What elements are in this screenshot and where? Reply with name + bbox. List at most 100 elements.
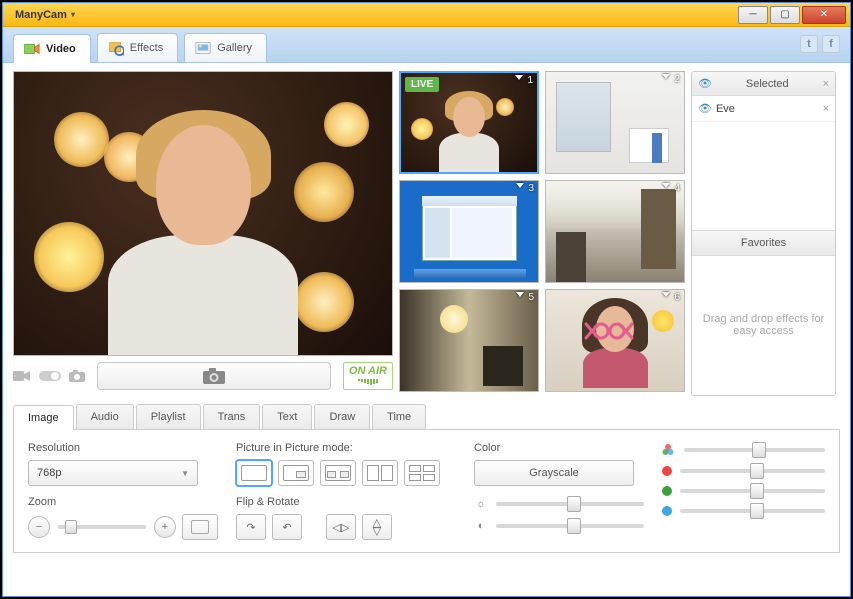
grayscale-button[interactable]: Grayscale <box>474 460 634 486</box>
remove-effect-icon[interactable]: × <box>823 103 829 115</box>
effect-name: Eve <box>716 103 819 115</box>
thumb-number: 4 <box>674 183 680 194</box>
effects-panel: 👁 Selected × 👁 Eve × Favorites Drag and … <box>691 71 836 396</box>
blue-icon <box>662 506 672 516</box>
pip-label: Picture in Picture mode: <box>236 442 456 454</box>
subtab-trans[interactable]: Trans <box>203 404 261 429</box>
flip-vertical-button[interactable]: ◁▷ <box>362 514 392 540</box>
source-thumb-6[interactable]: 6 <box>545 289 685 392</box>
subtab-playlist[interactable]: Playlist <box>136 404 201 429</box>
subtab-draw[interactable]: Draw <box>314 404 370 429</box>
app-title-text: ManyCam <box>15 9 67 21</box>
thumb-number: 1 <box>527 75 533 86</box>
zoom-out-button[interactable]: − <box>28 516 50 538</box>
tab-effects-label: Effects <box>130 42 163 54</box>
minimize-button[interactable]: ─ <box>738 6 768 24</box>
resolution-label: Resolution <box>28 442 218 454</box>
zoom-label: Zoom <box>28 496 218 508</box>
thumb-number: 6 <box>674 292 680 303</box>
tab-gallery[interactable]: Gallery <box>184 33 267 62</box>
favorites-header: Favorites <box>692 230 835 256</box>
window-controls: ─ ▢ ✕ <box>738 6 846 24</box>
flip-horizontal-button[interactable]: ◁▷ <box>326 514 356 540</box>
toggle-icon[interactable] <box>39 370 61 382</box>
app-window: ManyCam ─ ▢ ✕ Video Effects Gallery t f <box>2 2 851 597</box>
main-video-preview[interactable] <box>13 71 393 356</box>
on-air-label: ON AIR <box>349 365 387 377</box>
color-label: Color <box>474 442 644 454</box>
pip-mode-dual-corner[interactable] <box>320 460 356 486</box>
camera-icon <box>203 368 225 384</box>
subtab-time[interactable]: Time <box>372 404 426 429</box>
app-title-menu[interactable]: ManyCam <box>7 7 83 23</box>
rotate-ccw-button[interactable]: ↶ <box>272 514 302 540</box>
contrast-icon: ◐ <box>474 520 488 532</box>
subtab-image[interactable]: Image <box>13 405 74 430</box>
favorites-dropzone[interactable]: Drag and drop effects for easy access <box>692 256 835 395</box>
thumb-number: 5 <box>528 292 534 303</box>
eye-icon[interactable]: 👁 <box>698 102 712 115</box>
flip-label: Flip & Rotate <box>236 496 456 508</box>
contrast-slider[interactable] <box>496 524 644 528</box>
close-selected-icon[interactable]: × <box>823 78 829 90</box>
brightness-icon: ☼ <box>474 498 488 510</box>
subtab-audio[interactable]: Audio <box>76 404 134 429</box>
close-button[interactable]: ✕ <box>802 6 846 24</box>
tab-video-label: Video <box>46 43 76 55</box>
record-icon[interactable] <box>13 370 31 382</box>
twitter-icon[interactable]: t <box>800 35 818 53</box>
pip-mode-corner[interactable] <box>278 460 314 486</box>
source-thumb-3[interactable]: 3 <box>399 180 539 283</box>
thumb-number: 3 <box>528 183 534 194</box>
green-slider[interactable] <box>680 489 825 493</box>
resolution-value: 768p <box>37 467 61 479</box>
zoom-reset-button[interactable] <box>182 514 218 540</box>
rgb-slider[interactable] <box>684 448 825 452</box>
person-placeholder <box>103 125 303 355</box>
titlebar: ManyCam ─ ▢ ✕ <box>3 3 850 27</box>
social-buttons: t f <box>800 35 840 53</box>
red-slider[interactable] <box>680 469 825 473</box>
image-controls: Resolution 768p Picture in Picture mode:… <box>13 430 840 553</box>
facebook-icon[interactable]: f <box>822 35 840 53</box>
on-air-indicator: ON AIR <box>343 362 393 390</box>
tab-effects[interactable]: Effects <box>97 33 178 62</box>
brightness-slider[interactable] <box>496 502 644 506</box>
gallery-icon <box>195 40 211 56</box>
settings-tabs: Image Audio Playlist Trans Text Draw Tim… <box>13 402 840 430</box>
pip-mode-full[interactable] <box>236 460 272 486</box>
source-thumbnails: LIVE 1 2 <box>399 71 685 396</box>
pip-mode-quad[interactable] <box>404 460 440 486</box>
rgb-icon <box>662 444 676 456</box>
source-thumb-4[interactable]: 4 <box>545 180 685 283</box>
eye-icon: 👁 <box>698 77 712 90</box>
maximize-button[interactable]: ▢ <box>770 6 800 24</box>
red-icon <box>662 466 672 476</box>
tab-gallery-label: Gallery <box>217 42 252 54</box>
selected-effect-item[interactable]: 👁 Eve × <box>692 96 835 122</box>
camera-small-icon[interactable] <box>69 370 85 382</box>
tab-video[interactable]: Video <box>13 34 91 63</box>
green-icon <box>662 486 672 496</box>
main-tabs: Video Effects Gallery t f <box>3 27 850 63</box>
blue-slider[interactable] <box>680 509 825 513</box>
source-thumb-2[interactable]: 2 <box>545 71 685 174</box>
main-preview-column: ON AIR <box>13 71 393 396</box>
selected-header: 👁 Selected × <box>692 72 835 96</box>
effects-icon <box>108 40 124 56</box>
content-area: ON AIR LIVE 1 <box>3 63 850 596</box>
resolution-select[interactable]: 768p <box>28 460 198 486</box>
rotate-cw-button[interactable]: ↷ <box>236 514 266 540</box>
pip-mode-split-v[interactable] <box>362 460 398 486</box>
subtab-text[interactable]: Text <box>262 404 312 429</box>
thumb-number: 2 <box>674 74 680 85</box>
source-thumb-5[interactable]: 5 <box>399 289 539 392</box>
zoom-in-button[interactable]: + <box>154 516 176 538</box>
video-icon <box>24 41 40 57</box>
upper-section: ON AIR LIVE 1 <box>13 71 840 396</box>
selected-label: Selected <box>716 78 819 90</box>
source-thumb-1[interactable]: LIVE 1 <box>399 71 539 174</box>
snapshot-button[interactable] <box>97 362 331 390</box>
preview-toolbar: ON AIR <box>13 356 393 396</box>
zoom-slider[interactable] <box>58 525 146 529</box>
